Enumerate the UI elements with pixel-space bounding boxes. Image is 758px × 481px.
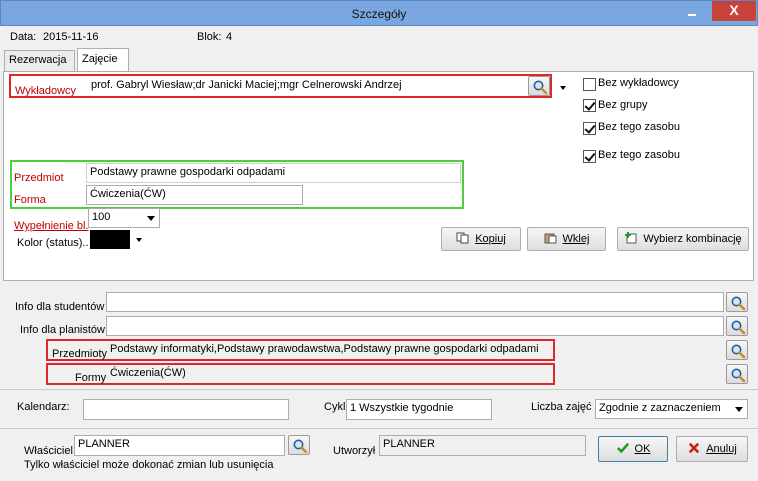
minimize-button[interactable]: [684, 5, 700, 19]
info-planners-field[interactable]: [106, 316, 724, 336]
subject-field[interactable]: Podstawy prawne gospodarki odpadami: [86, 163, 461, 183]
title-bar: Szczegóły X: [0, 0, 758, 26]
info-forms-label: Formy: [75, 372, 107, 384]
search-icon: [533, 80, 548, 95]
checkbox-bez-tego-zasobu-1[interactable]: [583, 122, 596, 135]
classes-count-value: Zgodnie z zaznaczeniem: [599, 402, 721, 414]
info-subjects-search-button[interactable]: [726, 340, 748, 360]
search-icon: [731, 368, 746, 383]
choose-combination-button[interactable]: Wybierz kombinację: [617, 227, 749, 251]
search-icon: [731, 296, 746, 311]
copy-label: Kopiuj: [475, 233, 506, 245]
checkmark-icon: [616, 442, 629, 454]
info-planners-label: Info dla planistów: [20, 324, 105, 336]
lecturers-dropdown-arrow-icon[interactable]: [560, 86, 566, 90]
lecturers-label: Wykładowcy: [15, 85, 77, 97]
info-planners-search-button[interactable]: [726, 316, 748, 336]
color-swatch[interactable]: [90, 230, 130, 249]
info-subjects-label: Przedmioty: [52, 348, 108, 360]
block-label: Blok:: [197, 31, 222, 43]
form-label: Forma: [14, 194, 46, 206]
color-dropdown-arrow-icon[interactable]: [136, 238, 142, 242]
copy-icon: [456, 232, 469, 244]
created-label: Utworzył: [333, 445, 376, 457]
info-forms-search-button[interactable]: [726, 364, 748, 384]
classes-count-dropdown-icon: [735, 407, 743, 412]
paste-label: Wklej: [562, 233, 590, 245]
calendar-field[interactable]: [83, 399, 289, 420]
subject-label: Przedmiot: [14, 172, 64, 184]
cancel-label: Anuluj: [706, 443, 737, 455]
date-label: Data:: [10, 31, 37, 43]
checkbox-bez-tego-zasobu-2[interactable]: [583, 150, 596, 163]
cycle-label: Cykl: [324, 401, 346, 413]
checkbox-bez-tego-zasobu-2-label: Bez tego zasobu: [598, 149, 680, 161]
info-students-search-button[interactable]: [726, 292, 748, 312]
calendar-label: Kalendarz:: [17, 401, 70, 413]
info-students-label: Info dla studentów: [15, 301, 105, 313]
close-x-icon: [689, 442, 700, 454]
owner-label: Właściciel: [24, 445, 73, 457]
tab-rezerwacja[interactable]: Rezerwacja: [4, 50, 75, 72]
ok-label: OK: [634, 443, 651, 455]
window-title: Szczegóły: [351, 7, 407, 21]
checkbox-bez-grupy[interactable]: [583, 99, 596, 112]
info-forms-field[interactable]: Ćwiczenia(ĆW): [106, 364, 724, 384]
owner-field[interactable]: PLANNER: [74, 435, 285, 456]
fill-select[interactable]: 100: [88, 208, 160, 228]
fill-dropdown-icon: [147, 216, 155, 221]
checkbox-bez-grupy-label: Bez grupy: [598, 99, 648, 111]
separator: [0, 428, 758, 429]
search-icon: [293, 439, 308, 454]
cycle-field[interactable]: 1 Wszystkie tygodnie: [346, 399, 492, 420]
owner-note: Tylko właściciel może dokonać zmian lub …: [24, 459, 274, 471]
info-subjects-field[interactable]: Podstawy informatyki,Podstawy prawodawst…: [106, 340, 724, 360]
block-value: 4: [226, 31, 233, 43]
fill-value: 100: [92, 211, 111, 223]
created-field: PLANNER: [379, 435, 586, 456]
checkbox-bez-wykladowcy-label: Bez wykładowcy: [598, 77, 679, 89]
paste-button[interactable]: Wklej: [527, 227, 606, 251]
lecturers-field[interactable]: prof. Gabryl Wiesław;dr Janicki Maciej;m…: [87, 76, 527, 95]
fill-label: Wypełnienie bl.: [14, 220, 89, 232]
date-value: 2015-11-16: [43, 31, 99, 43]
search-icon: [731, 344, 746, 359]
lecturers-search-button[interactable]: [528, 76, 550, 96]
copy-button[interactable]: Kopiuj: [441, 227, 521, 251]
checkbox-bez-tego-zasobu-1-label: Bez tego zasobu: [598, 121, 680, 133]
search-icon: [731, 320, 746, 335]
cancel-button[interactable]: Anuluj: [676, 436, 748, 462]
classes-count-label: Liczba zajęć: [531, 401, 592, 413]
color-label: Kolor (status)..: [17, 237, 89, 249]
close-button[interactable]: X: [712, 1, 756, 21]
choose-combination-label: Wybierz kombinację: [643, 233, 742, 245]
checkbox-bez-wykladowcy[interactable]: [583, 78, 596, 91]
separator: [0, 389, 758, 390]
paste-icon: [544, 233, 557, 244]
classes-count-select[interactable]: Zgodnie z zaznaczeniem: [595, 399, 748, 419]
add-combination-icon: [625, 232, 637, 244]
tab-zajecie[interactable]: Zajęcie: [77, 48, 129, 72]
ok-button[interactable]: OK: [598, 436, 668, 462]
form-field[interactable]: Ćwiczenia(ĆW): [86, 185, 303, 205]
info-students-field[interactable]: [106, 292, 724, 312]
owner-search-button[interactable]: [288, 435, 310, 455]
